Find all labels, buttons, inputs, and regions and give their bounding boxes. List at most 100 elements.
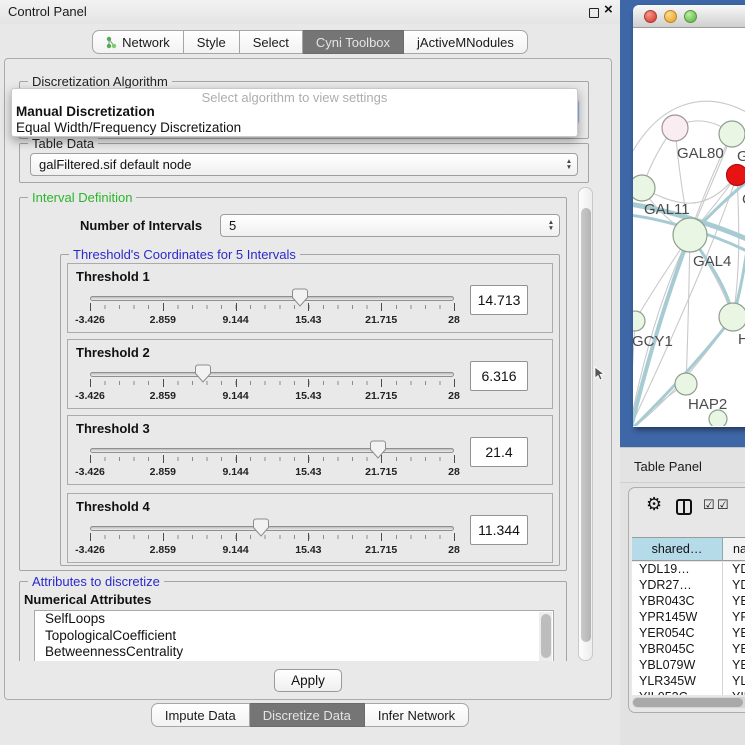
table-horizontal-scrollbar[interactable]: [632, 697, 745, 708]
checkbox-icon[interactable]: ☑: [717, 497, 729, 513]
columns-icon[interactable]: [676, 499, 692, 515]
attribute-list-item[interactable]: TopologicalCoefficient: [35, 628, 553, 645]
slider-thumb-icon[interactable]: [252, 518, 270, 537]
tab-infer-network[interactable]: Infer Network: [365, 703, 469, 727]
column-header-name[interactable]: na: [723, 538, 745, 560]
node-gcy1[interactable]: [633, 311, 645, 331]
tab-style[interactable]: Style: [184, 30, 240, 54]
zoom-traffic-light-icon[interactable]: [684, 10, 697, 23]
slider-thumb-icon[interactable]: [369, 440, 387, 459]
cell-shared-name[interactable]: YER054C: [632, 626, 723, 642]
tab-cyni-toolbox[interactable]: Cyni Toolbox: [303, 30, 404, 54]
list-scrollbar[interactable]: [539, 612, 552, 661]
threshold-slider[interactable]: -3.4262.8599.14415.4321.71528: [90, 518, 454, 560]
menu-item-manual-discretization[interactable]: Manual Discretization: [16, 104, 155, 119]
tab-jactivemnodules[interactable]: jActiveMNodules: [404, 30, 528, 54]
cell-shared-name[interactable]: YIL052C: [632, 690, 723, 695]
minimize-traffic-light-icon[interactable]: [664, 10, 677, 23]
table-data-combobox[interactable]: galFiltered.sif default node ▲▼: [30, 153, 578, 176]
cell-shared-name[interactable]: YBL079W: [632, 658, 723, 674]
tab-impute-data[interactable]: Impute Data: [151, 703, 250, 727]
float-window-icon[interactable]: [589, 8, 599, 18]
slider-scale-label: 15.43: [295, 390, 321, 402]
cell-shared-name[interactable]: YPR145W: [632, 610, 723, 626]
table-row[interactable]: YDR27…YDR2: [632, 578, 745, 594]
close-icon[interactable]: ×: [604, 1, 613, 18]
table-hscrollbar-thumb[interactable]: [633, 698, 743, 707]
cell-name[interactable]: YPR1: [723, 610, 745, 626]
control-panel: Control Panel × NetworkStyleSelectCyni T…: [0, 0, 620, 745]
slider-rail[interactable]: [90, 372, 454, 377]
cell-name[interactable]: YBR0: [723, 594, 745, 610]
attribute-list-item[interactable]: SelfLoops: [35, 611, 553, 628]
threshold-value-box[interactable]: 6.316: [470, 361, 528, 391]
slider-scale-label: -3.426: [75, 390, 105, 402]
cell-name[interactable]: YBR0: [723, 642, 745, 658]
node-top-right[interactable]: [719, 121, 745, 147]
node-right[interactable]: [719, 303, 745, 331]
threshold-slider[interactable]: -3.4262.8599.14415.4321.71528: [90, 288, 454, 330]
column-header-shared-name[interactable]: shared…: [632, 538, 723, 560]
node-gal80[interactable]: [662, 115, 688, 141]
cell-name[interactable]: YLR3: [723, 674, 745, 690]
table-row[interactable]: YBR045CYBR0: [632, 642, 745, 658]
table-row[interactable]: YDL19…YDL1: [632, 562, 745, 578]
gear-icon[interactable]: ⚙: [646, 494, 662, 515]
node-hap2[interactable]: [675, 373, 697, 395]
table-row[interactable]: YBR043CYBR0: [632, 594, 745, 610]
cell-name[interactable]: YDL1: [723, 562, 745, 578]
table-row[interactable]: YBL079WYBL0: [632, 658, 745, 674]
network-view-window[interactable]: GAL80 G C GAL11 GAL4 GCY1 H HAP2: [633, 5, 745, 427]
node-selected-red[interactable]: [727, 165, 745, 186]
table-data-label: Table Data: [28, 136, 98, 151]
table-row[interactable]: YER054CYER0: [632, 626, 745, 642]
control-panel-titlebar: Control Panel ×: [0, 0, 620, 24]
slider-scale-label: 2.859: [150, 544, 176, 556]
cell-shared-name[interactable]: YDR27…: [632, 578, 723, 594]
panel-scrollbar-thumb[interactable]: [581, 208, 591, 642]
cell-name[interactable]: YDR2: [723, 578, 745, 594]
checkbox-icon[interactable]: ☑: [703, 497, 715, 513]
threshold-value-box[interactable]: 21.4: [470, 437, 528, 467]
threshold-slider[interactable]: -3.4262.8599.14415.4321.71528: [90, 440, 454, 482]
list-scrollbar-thumb[interactable]: [541, 614, 551, 658]
cell-shared-name[interactable]: YDL19…: [632, 562, 723, 578]
chevron-updown-icon: ▲▼: [543, 220, 559, 232]
threshold-value-box[interactable]: 14.713: [470, 285, 528, 315]
table-row[interactable]: YPR145WYPR1: [632, 610, 745, 626]
node-gal11[interactable]: [633, 175, 655, 201]
slider-rail[interactable]: [90, 448, 454, 453]
cell-name[interactable]: YBL0: [723, 658, 745, 674]
settings-scroll-area: Interval Definition Number of Intervals …: [11, 187, 577, 661]
tab-discretize-data[interactable]: Discretize Data: [250, 703, 365, 727]
attributes-listbox[interactable]: SelfLoopsTopologicalCoefficientBetweenne…: [34, 610, 554, 661]
cell-shared-name[interactable]: YBR045C: [632, 642, 723, 658]
apply-button[interactable]: Apply: [274, 669, 342, 692]
tab-network[interactable]: Network: [92, 30, 184, 54]
table-row[interactable]: YLR345WYLR3: [632, 674, 745, 690]
threshold-slider[interactable]: -3.4262.8599.14415.4321.71528: [90, 364, 454, 406]
slider-thumb-icon[interactable]: [291, 288, 309, 307]
table-row[interactable]: YIL052CYIL0: [632, 690, 745, 695]
slider-major-tick: [236, 455, 237, 463]
panel-scrollbar[interactable]: [578, 187, 593, 661]
attribute-list-item[interactable]: BetweennessCentrality: [35, 644, 553, 661]
algorithm-dropdown-popup: Select algorithm to view settings Manual…: [11, 88, 578, 137]
network-canvas[interactable]: GAL80 G C GAL11 GAL4 GCY1 H HAP2: [633, 28, 745, 426]
thresholds-group: Threshold's Coordinates for 5 Intervals …: [60, 254, 560, 566]
network-window-titlebar[interactable]: [633, 5, 745, 28]
tab-select[interactable]: Select: [240, 30, 303, 54]
threshold-value-box[interactable]: 11.344: [470, 515, 528, 545]
slider-thumb-icon[interactable]: [194, 364, 212, 383]
cell-name[interactable]: YIL0: [723, 690, 745, 695]
close-traffic-light-icon[interactable]: [644, 10, 657, 23]
cell-shared-name[interactable]: YLR345W: [632, 674, 723, 690]
menu-item-equal-width-frequency[interactable]: Equal Width/Frequency Discretization: [16, 120, 241, 135]
slider-rail[interactable]: [90, 526, 454, 531]
slider-rail[interactable]: [90, 296, 454, 301]
cell-shared-name[interactable]: YBR043C: [632, 594, 723, 610]
number-of-intervals-combobox[interactable]: 5 ▲▼: [220, 214, 560, 237]
cell-name[interactable]: YER0: [723, 626, 745, 642]
slider-major-tick: [163, 379, 164, 387]
node-gal4[interactable]: [673, 218, 707, 252]
